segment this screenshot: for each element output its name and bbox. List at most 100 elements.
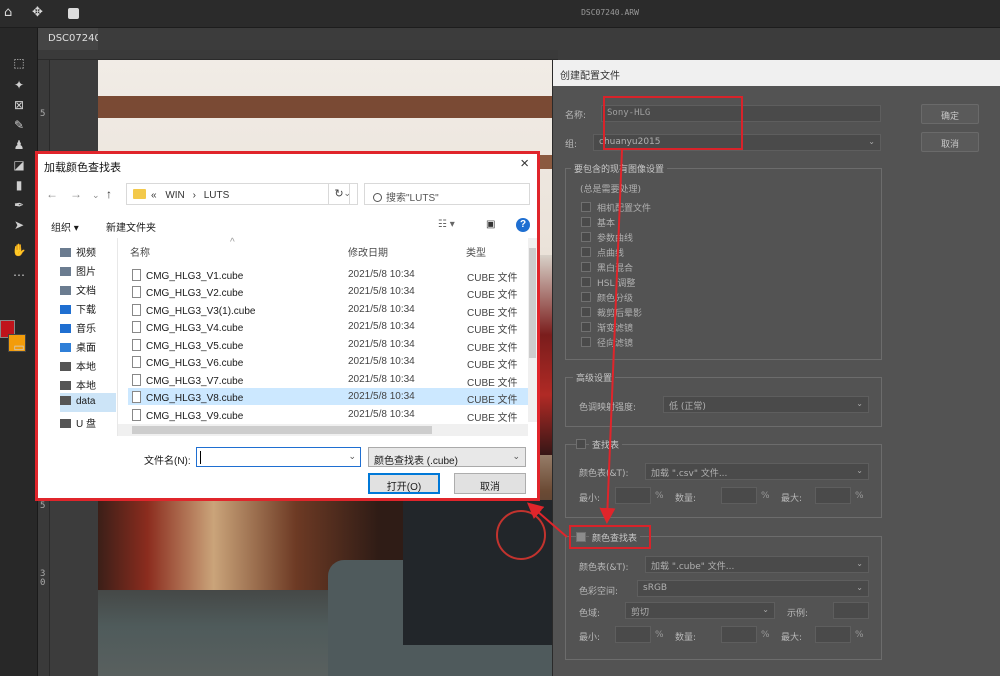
max-input[interactable]	[815, 626, 851, 643]
path-segment[interactable]: WIN	[165, 190, 184, 201]
text-caret	[200, 451, 201, 464]
home-icon[interactable]: ⌂	[4, 5, 12, 20]
ok-button[interactable]: 确定	[921, 104, 979, 124]
address-bar[interactable]: « WIN › LUTS ⌄	[126, 183, 358, 205]
colorspace-select[interactable]: sRGB ⌄	[637, 580, 869, 597]
new-folder-button[interactable]: 新建文件夹	[106, 219, 156, 234]
min-input[interactable]	[615, 487, 651, 504]
hand-tool-icon[interactable]: ✋	[4, 243, 34, 261]
lut-table-select[interactable]: 加载 ".csv" 文件... ⌄	[645, 463, 869, 480]
open-button[interactable]: 打开(O)	[368, 473, 440, 494]
chevron-down-icon: ⌄	[868, 137, 875, 146]
nav-local-disk[interactable]: 本地	[60, 374, 116, 393]
more-tools-icon[interactable]: ⋯	[4, 268, 34, 286]
nav-documents[interactable]: 文档	[60, 279, 116, 298]
file-date: 2021/5/8 10:34	[348, 304, 415, 315]
nav-downloads[interactable]: 下载	[60, 298, 116, 317]
move-tool-icon[interactable]: ✥	[32, 5, 43, 20]
column-header-type[interactable]: 类型	[466, 244, 486, 259]
file-icon	[132, 374, 141, 386]
scrollbar-thumb[interactable]	[132, 426, 432, 434]
count-input[interactable]	[721, 626, 757, 643]
column-header-date[interactable]: 修改日期	[348, 244, 388, 259]
lut-table-select-value: 加载 ".csv" 文件...	[651, 469, 728, 479]
color-lookup-checkbox[interactable]	[576, 532, 586, 542]
file-row[interactable]: CMG_HLG3_V9.cube 2021/5/8 10:34 CUBE 文件	[128, 406, 528, 424]
close-icon[interactable]: ×	[520, 155, 529, 172]
chevron-down-icon[interactable]: ⌄	[348, 451, 356, 462]
nav-videos[interactable]: 视频	[60, 241, 116, 260]
column-header-name[interactable]: 名称	[130, 244, 150, 259]
checkbox-vignette[interactable]	[581, 307, 591, 317]
file-date: 2021/5/8 10:34	[348, 391, 415, 402]
file-type-filter[interactable]: 颜色查找表 (.cube) ⌄	[368, 447, 526, 467]
checkbox-basic[interactable]	[581, 217, 591, 227]
nav-data-drive[interactable]: data	[60, 393, 116, 412]
path-segment[interactable]: LUTS	[204, 190, 230, 201]
clut-table-select[interactable]: 加载 ".cube" 文件... ⌄	[645, 556, 869, 573]
document-tab[interactable]: DSC07240	[38, 28, 98, 50]
magic-wand-tool-icon[interactable]: ✦	[4, 78, 34, 96]
frame-tool-icon[interactable]: ⊠	[4, 98, 34, 116]
count-input[interactable]	[721, 487, 757, 504]
checkbox-radial-filter[interactable]	[581, 337, 591, 347]
file-row[interactable]: CMG_HLG3_V4.cube 2021/5/8 10:34 CUBE 文件	[128, 318, 528, 336]
advanced-settings-title: 高级设置	[573, 371, 616, 384]
nav-local-disk[interactable]: 本地	[60, 355, 116, 374]
checkbox-camera-profile[interactable]	[581, 202, 591, 212]
chevron-down-icon: ⌄	[512, 451, 520, 461]
min-input[interactable]	[615, 626, 651, 643]
checkbox-graduated-filter[interactable]	[581, 322, 591, 332]
tonemap-select[interactable]: 低 (正常) ⌄	[663, 396, 869, 413]
checkbox-color-grading[interactable]	[581, 292, 591, 302]
file-type: CUBE 文件	[467, 378, 518, 389]
filename-input[interactable]: ⌄	[196, 447, 361, 467]
file-name: CMG_HLG3_V3(1).cube	[146, 306, 256, 317]
filename-label: 文件名(N):	[144, 456, 191, 467]
nav-pictures[interactable]: 图片	[60, 260, 116, 279]
file-row-selected[interactable]: CMG_HLG3_V8.cube 2021/5/8 10:34 CUBE 文件	[128, 388, 528, 406]
lookup-table-checkbox[interactable]	[576, 439, 586, 449]
pen-tool-icon[interactable]: ✒	[4, 198, 34, 216]
preview-pane-icon[interactable]: ▣	[486, 219, 495, 230]
stamp-tool-icon[interactable]: ♟	[4, 138, 34, 156]
max-input[interactable]	[815, 487, 851, 504]
nav-desktop[interactable]: 桌面	[60, 336, 116, 355]
nav-usb-drive[interactable]: U 盘	[60, 412, 116, 431]
file-row[interactable]: CMG_HLG3_V6.cube 2021/5/8 10:34 CUBE 文件	[128, 353, 528, 371]
checkbox-param-curve[interactable]	[581, 232, 591, 242]
file-row[interactable]: CMG_HLG3_V7.cube 2021/5/8 10:34 CUBE 文件	[128, 371, 528, 389]
forward-arrow-icon[interactable]: →	[70, 187, 82, 201]
marquee-tool-icon[interactable]: ⬚	[4, 56, 34, 74]
up-arrow-icon[interactable]: ↑	[106, 187, 112, 201]
vertical-scrollbar[interactable]	[528, 238, 537, 422]
fill-tool-icon[interactable]: ▮	[4, 178, 34, 196]
checkbox-bw-mix[interactable]	[581, 262, 591, 272]
brush-tool-icon[interactable]: ✎	[4, 118, 34, 136]
file-row[interactable]: CMG_HLG3_V1.cube 2021/5/8 10:34 CUBE 文件	[128, 266, 528, 284]
help-icon[interactable]: ?	[516, 218, 530, 232]
organize-button[interactable]: 组织 ▾	[51, 219, 79, 234]
scrollbar-thumb[interactable]	[529, 248, 536, 358]
nav-music[interactable]: 音乐	[60, 317, 116, 336]
file-row[interactable]: CMG_HLG3_V2.cube 2021/5/8 10:34 CUBE 文件	[128, 283, 528, 301]
gamut-select[interactable]: 剪切 ⌄	[625, 602, 775, 619]
back-arrow-icon[interactable]: ←	[46, 187, 58, 201]
file-row[interactable]: CMG_HLG3_V5.cube 2021/5/8 10:34 CUBE 文件	[128, 336, 528, 354]
checkbox-hsl[interactable]	[581, 277, 591, 287]
select-tool-icon[interactable]: ➤	[4, 218, 34, 236]
pictures-folder-icon	[60, 267, 71, 276]
auto-select-checkbox[interactable]	[68, 8, 79, 19]
checkbox-point-curve[interactable]	[581, 247, 591, 257]
horizontal-scrollbar[interactable]	[118, 424, 528, 436]
search-box[interactable]: 搜索"LUTS"	[364, 183, 530, 205]
file-row[interactable]: CMG_HLG3_V3(1).cube 2021/5/8 10:34 CUBE 文件	[128, 301, 528, 319]
cancel-button[interactable]: 取消	[454, 473, 526, 494]
example-input[interactable]	[833, 602, 869, 619]
view-options-icon[interactable]: ☷ ▾	[438, 219, 455, 230]
eraser-tool-icon[interactable]: ◪	[4, 158, 34, 176]
refresh-icon[interactable]: ↻	[328, 183, 350, 205]
cancel-button[interactable]: 取消	[921, 132, 979, 152]
recent-dropdown-icon[interactable]: ⌄	[92, 190, 100, 201]
quick-mask-icon[interactable]: ▭	[4, 340, 34, 358]
